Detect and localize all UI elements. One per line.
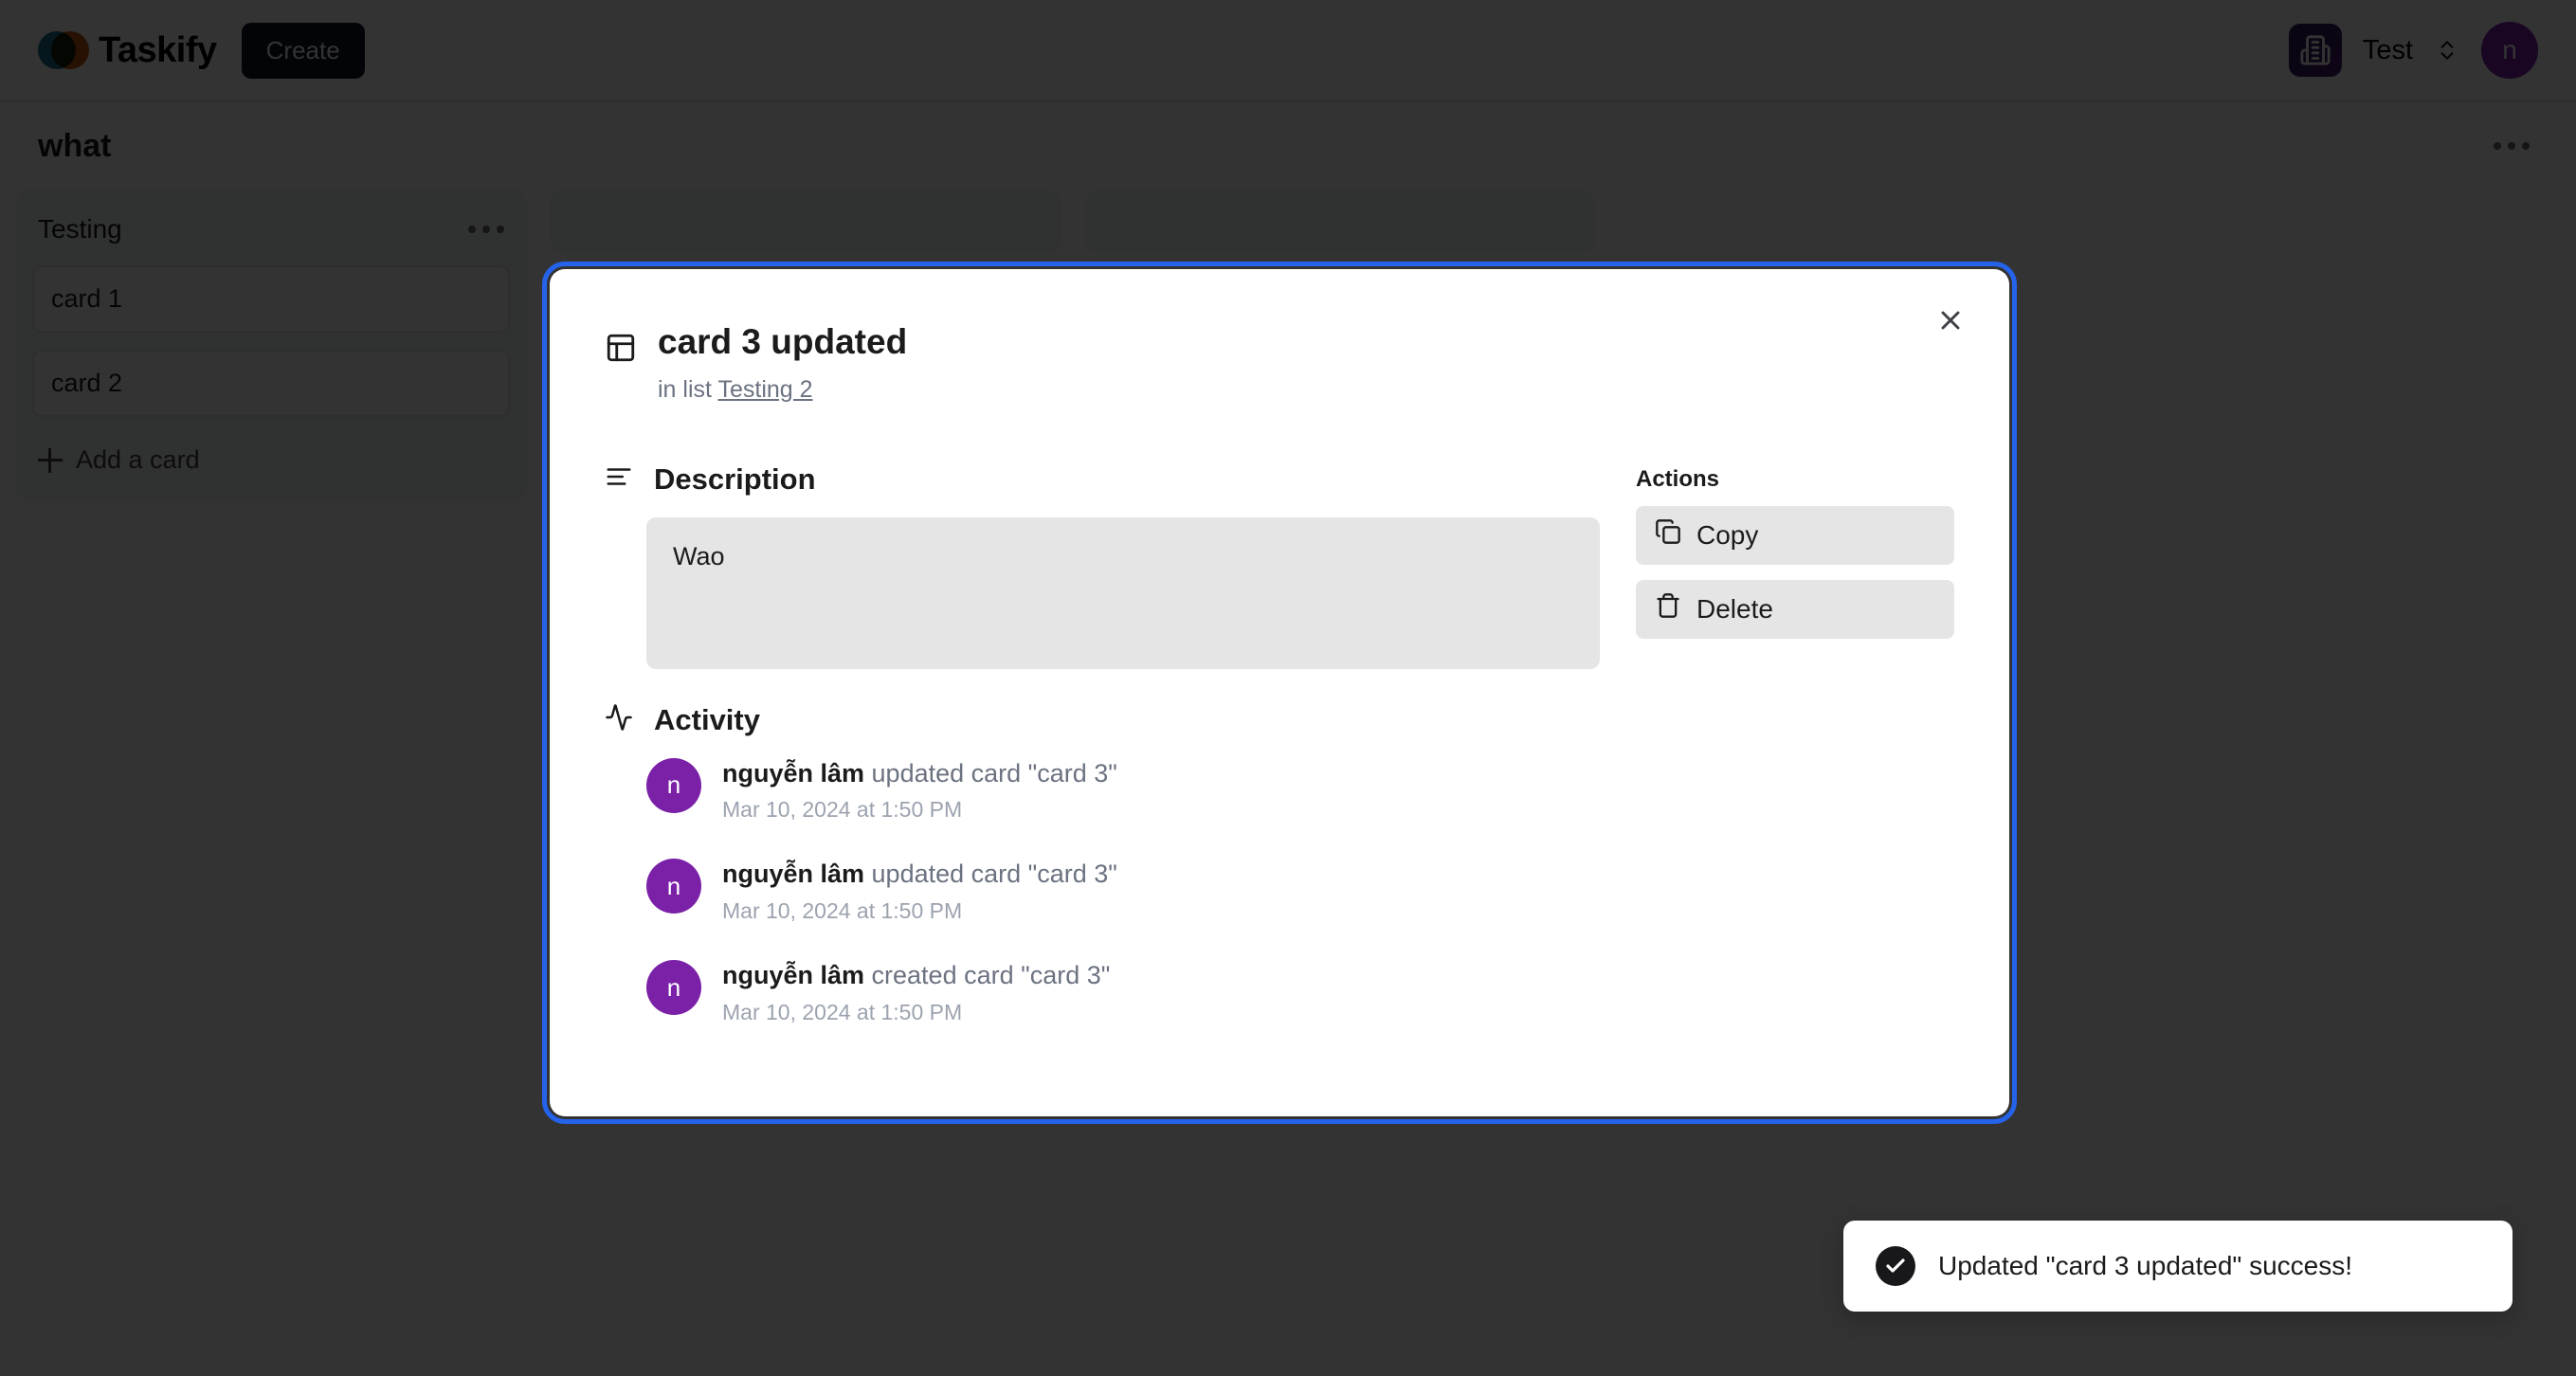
activity-action: updated card "card 3"	[864, 758, 1117, 788]
activity-item: n nguyễn lâm created card "card 3" Mar 1…	[646, 960, 1954, 1025]
in-list-prefix: in list	[658, 375, 712, 403]
avatar: n	[646, 757, 701, 813]
activity-action: created card "card 3"	[864, 961, 1111, 990]
description-header: Description	[605, 462, 1600, 497]
description-title: Description	[654, 462, 816, 496]
card-detail-modal: card 3 updated in list Testing 2 Descrip…	[542, 262, 2017, 1124]
in-list-name[interactable]: Testing 2	[717, 376, 812, 403]
modal-content-grid: Description Wao Actions Copy Delete	[605, 462, 1954, 669]
trash-icon	[1655, 592, 1681, 625]
toast-message: Updated "card 3 updated" success!	[1938, 1251, 2353, 1280]
layout-dashboard-icon	[605, 332, 637, 369]
activity-item: n nguyễn lâm updated card "card 3" Mar 1…	[646, 859, 1954, 924]
actions-title: Actions	[1636, 465, 1720, 492]
activity-user: nguyễn lâm	[722, 961, 865, 990]
delete-label: Delete	[1696, 593, 1773, 624]
success-toast: Updated "card 3 updated" success!	[1843, 1221, 2513, 1312]
activity-timestamp: Mar 10, 2024 at 1:50 PM	[722, 999, 963, 1024]
app-root: Taskify Create Test	[0, 0, 2576, 1376]
activity-user: nguyễn lâm	[722, 860, 865, 889]
delete-button[interactable]: Delete	[1636, 579, 1954, 639]
avatar: n	[646, 960, 701, 1016]
close-icon[interactable]	[1924, 294, 1977, 347]
modal-body: card 3 updated in list Testing 2 Descrip…	[550, 269, 2009, 1025]
copy-button[interactable]: Copy	[1636, 505, 1954, 565]
card-list-breadcrumb: in list Testing 2	[658, 376, 907, 404]
activity-section: Activity n nguyễn lâm updated card "card…	[605, 703, 1954, 1025]
check-circle-icon	[1876, 1246, 1915, 1286]
activity-title: Activity	[654, 702, 760, 736]
actions-section: Actions Copy Delete	[1636, 462, 1954, 669]
description-textarea[interactable]: Wao	[646, 516, 1600, 669]
activity-header: Activity	[605, 703, 1954, 737]
activity-action: updated card "card 3"	[864, 860, 1117, 889]
activity-text: nguyễn lâm created card "card 3"	[722, 960, 1110, 992]
activity-user: nguyễn lâm	[722, 758, 865, 788]
activity-text: nguyễn lâm updated card "card 3"	[722, 859, 1117, 891]
activity-pulse-icon	[605, 703, 633, 736]
description-section: Description Wao	[605, 462, 1600, 669]
activity-timestamp: Mar 10, 2024 at 1:50 PM	[722, 797, 963, 823]
card-header: card 3 updated in list Testing 2	[605, 322, 1954, 404]
activity-list: n nguyễn lâm updated card "card 3" Mar 1…	[646, 757, 1954, 1025]
activity-timestamp: Mar 10, 2024 at 1:50 PM	[722, 898, 963, 924]
activity-item: n nguyễn lâm updated card "card 3" Mar 1…	[646, 757, 1954, 824]
card-title: card 3 updated	[658, 322, 908, 361]
align-left-icon	[605, 462, 633, 496]
copy-label: Copy	[1696, 519, 1759, 550]
avatar: n	[646, 859, 701, 914]
activity-text: nguyễn lâm updated card "card 3"	[722, 758, 1117, 790]
copy-icon	[1655, 518, 1681, 552]
